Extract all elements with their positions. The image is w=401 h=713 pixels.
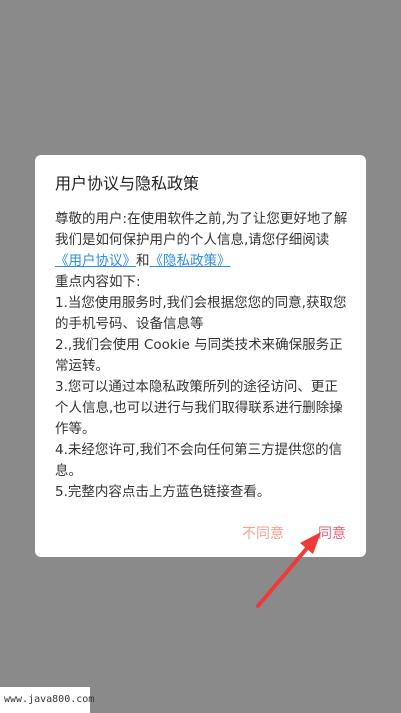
agree-button[interactable]: 同意 (318, 523, 346, 543)
dialog-body: 尊敬的用户:在使用软件之前,为了让您更好地了解我们是如何保护用户的个人信息,请您… (55, 209, 348, 503)
watermark: www.java800.com (0, 687, 94, 713)
intro-text: 尊敬的用户:在使用软件之前,为了让您更好地了解我们是如何保护用户的个人信息,请您… (55, 211, 348, 248)
key-points-heading: 重点内容如下: (55, 274, 141, 290)
user-agreement-link[interactable]: 《用户协议》 (55, 253, 136, 269)
point-item: 4.未经您许可,我们不会向任何第三方提供您的信息。 (55, 442, 343, 479)
and-text: 和 (136, 253, 150, 269)
intro-paragraph: 尊敬的用户:在使用软件之前,为了让您更好地了解我们是如何保护用户的个人信息,请您… (55, 209, 348, 272)
point-item: 3.您可以通过本隐私政策所列的途径访问、更正个人信息,也可以进行与我们取得联系进… (55, 379, 343, 437)
privacy-dialog: 用户协议与隐私政策 尊敬的用户:在使用软件之前,为了让您更好地了解我们是如何保护… (35, 155, 366, 557)
privacy-policy-link[interactable]: 《隐私政策》 (150, 253, 231, 269)
disagree-button[interactable]: 不同意 (242, 523, 284, 543)
dialog-actions: 不同意 同意 (242, 523, 346, 543)
point-item: 5.完整内容点击上方蓝色链接查看。 (55, 484, 271, 500)
point-item: 2.,我们会使用 Cookie 与同类技术来确保服务正常运转。 (55, 337, 343, 374)
dialog-title: 用户协议与隐私政策 (55, 174, 200, 193)
point-item: 1.当您使用服务时,我们会根据您您的同意,获取您的手机号码、设备信息等 (55, 295, 347, 332)
